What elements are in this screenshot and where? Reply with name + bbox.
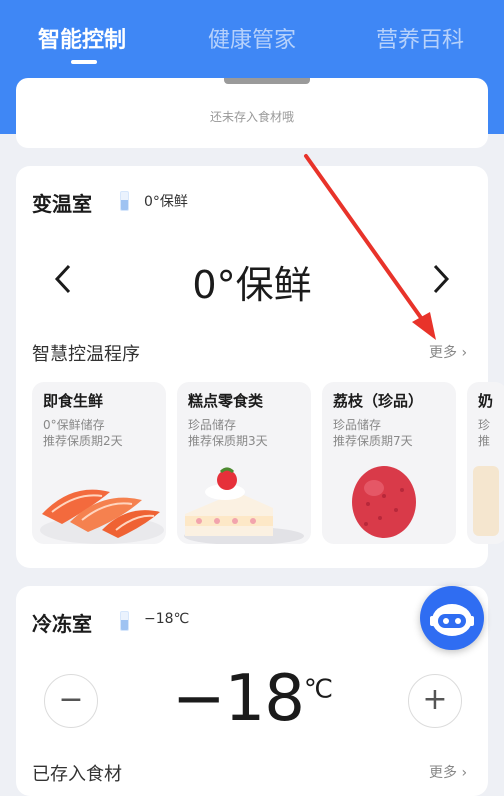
annotation-arrow-icon	[304, 154, 436, 340]
